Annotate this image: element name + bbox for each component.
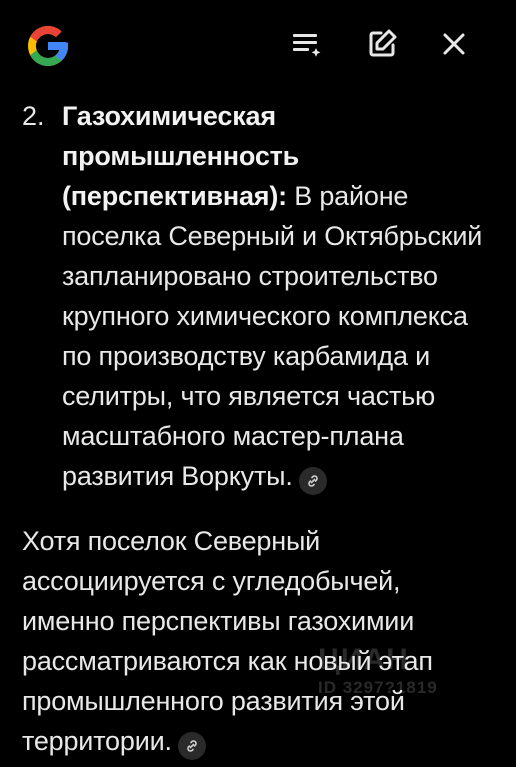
app-header bbox=[0, 0, 516, 92]
citation-link-icon[interactable] bbox=[298, 467, 327, 495]
response-content: 2. Газохимическая промышленность (перспе… bbox=[0, 96, 516, 761]
list-item-title: Газохимическая промышленность (перспекти… bbox=[62, 101, 300, 211]
list-item: 2. Газохимическая промышленность (перспе… bbox=[22, 96, 492, 496]
playlist-add-icon[interactable] bbox=[286, 24, 326, 64]
edit-note-icon[interactable] bbox=[362, 24, 402, 64]
list-item-body: Газохимическая промышленность (перспекти… bbox=[62, 96, 492, 496]
google-logo-icon bbox=[24, 22, 72, 70]
close-icon[interactable] bbox=[434, 24, 474, 64]
list-item-text: В районе поселка Северный и Октябрьский … bbox=[62, 181, 483, 491]
summary-paragraph: Хотя поселок Северный ассоциируется с уг… bbox=[22, 521, 492, 761]
summary-text: Хотя поселок Северный ассоциируется с уг… bbox=[22, 526, 433, 756]
citation-link-icon[interactable] bbox=[177, 732, 206, 760]
list-item-number: 2. bbox=[22, 101, 45, 131]
